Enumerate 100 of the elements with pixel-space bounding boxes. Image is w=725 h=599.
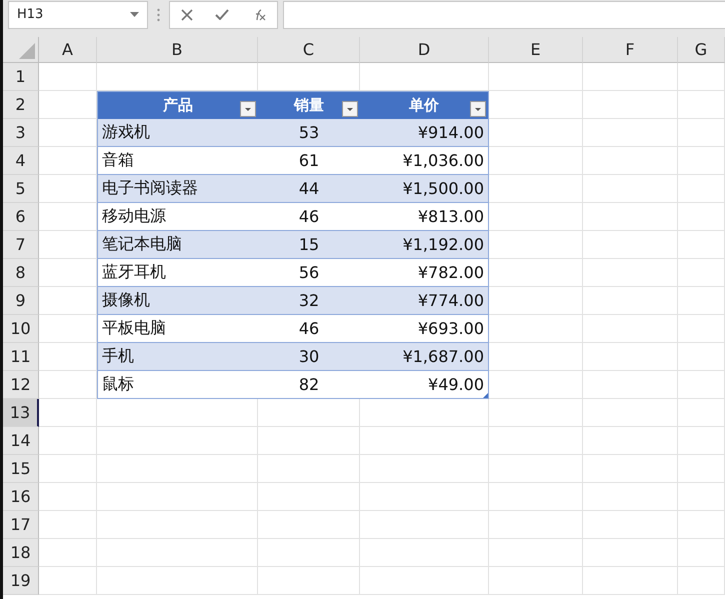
grid-cell[interactable] (678, 455, 725, 483)
grid-cell[interactable] (583, 231, 678, 259)
grid-cell[interactable] (678, 91, 725, 119)
row-header[interactable]: 3 (3, 119, 39, 147)
row-header[interactable]: 2 (3, 91, 39, 119)
column-header[interactable]: E (489, 37, 583, 63)
grid-cell[interactable] (258, 399, 360, 427)
grid-cell[interactable] (489, 343, 583, 371)
grid-cell[interactable] (489, 91, 583, 119)
grid-cell[interactable] (258, 483, 360, 511)
grid-cell[interactable] (360, 511, 489, 539)
grid-cell[interactable] (489, 203, 583, 231)
grid-cell[interactable] (97, 399, 258, 427)
grid-cell[interactable] (583, 343, 678, 371)
grid-cell[interactable] (360, 427, 489, 455)
grid-cell[interactable] (39, 427, 97, 455)
row-header[interactable]: 19 (3, 567, 39, 595)
row-header[interactable]: 1 (3, 63, 39, 91)
row-header[interactable]: 5 (3, 175, 39, 203)
grid-cell[interactable] (678, 539, 725, 567)
grid-cell[interactable] (678, 119, 725, 147)
row-header[interactable]: 12 (3, 371, 39, 399)
grid-cell[interactable] (258, 539, 360, 567)
grid-cell[interactable] (489, 315, 583, 343)
column-header[interactable]: D (360, 37, 489, 63)
grid-cell[interactable] (489, 427, 583, 455)
grid-cell[interactable] (39, 511, 97, 539)
grid-cell[interactable] (489, 483, 583, 511)
grid-cell[interactable] (678, 315, 725, 343)
grid-cell[interactable] (360, 483, 489, 511)
grid-cell[interactable] (489, 399, 583, 427)
name-box[interactable]: H13 (8, 0, 148, 28)
grid-cell[interactable] (39, 483, 97, 511)
grid-cell[interactable] (97, 427, 258, 455)
column-header[interactable]: C (258, 37, 360, 63)
grid-cell[interactable] (39, 455, 97, 483)
grid-cell[interactable] (97, 455, 258, 483)
grid-cell[interactable] (678, 203, 725, 231)
grid-cell[interactable] (39, 539, 97, 567)
grid-cell[interactable] (678, 63, 725, 91)
row-header[interactable]: 4 (3, 147, 39, 175)
select-all-corner[interactable] (3, 37, 39, 63)
dropdown-caret-icon[interactable] (130, 12, 139, 17)
grid-cell[interactable] (583, 511, 678, 539)
grid-cell[interactable] (360, 455, 489, 483)
grid-cell[interactable] (39, 567, 97, 595)
grid-cell[interactable] (489, 259, 583, 287)
grid-cell[interactable] (583, 259, 678, 287)
grid-cell[interactable] (678, 259, 725, 287)
grid-cell[interactable] (678, 147, 725, 175)
row-header[interactable]: 15 (3, 455, 39, 483)
grid-cell[interactable] (583, 371, 678, 399)
grid-cell[interactable] (678, 343, 725, 371)
grid-cell[interactable] (489, 539, 583, 567)
grid-cell[interactable] (678, 287, 725, 315)
grid-cell[interactable] (39, 399, 97, 427)
column-header[interactable]: A (39, 37, 97, 63)
grid-cell[interactable] (678, 231, 725, 259)
grid-cell[interactable] (360, 567, 489, 595)
grid-cell[interactable] (489, 567, 583, 595)
grid-cell[interactable] (583, 63, 678, 91)
grid-cell[interactable] (97, 567, 258, 595)
column-header[interactable]: G (678, 37, 725, 63)
grid-cell[interactable] (583, 399, 678, 427)
filter-dropdown-icon[interactable] (240, 101, 256, 117)
grid-cell[interactable] (258, 455, 360, 483)
row-header[interactable]: 11 (3, 343, 39, 371)
checkmark-icon[interactable] (215, 9, 230, 20)
filter-dropdown-icon[interactable] (342, 101, 358, 117)
formula-input-field[interactable] (283, 0, 725, 28)
row-header[interactable]: 10 (3, 315, 39, 343)
row-header[interactable]: 13 (3, 399, 39, 427)
grid-cell[interactable] (678, 399, 725, 427)
grid-cell[interactable] (39, 63, 97, 91)
column-header[interactable]: F (583, 37, 678, 63)
grid-cell[interactable] (583, 315, 678, 343)
row-header[interactable]: 18 (3, 539, 39, 567)
resize-handle-icon[interactable] (483, 393, 488, 398)
row-header[interactable]: 16 (3, 483, 39, 511)
grid-cell[interactable] (489, 231, 583, 259)
grid-cell[interactable] (489, 511, 583, 539)
grid-cell[interactable] (583, 91, 678, 119)
grid-cell[interactable] (97, 511, 258, 539)
grid-cell[interactable] (678, 371, 725, 399)
grid-cell[interactable] (678, 567, 725, 595)
grid-cell[interactable] (360, 399, 489, 427)
grid-cell[interactable] (489, 455, 583, 483)
grid-cell[interactable] (489, 63, 583, 91)
grid-cell[interactable] (489, 175, 583, 203)
grid-cell[interactable] (489, 371, 583, 399)
grid-cell[interactable] (489, 287, 583, 315)
grid-cell[interactable] (583, 539, 678, 567)
grid-cell[interactable] (678, 427, 725, 455)
grid-cell[interactable] (583, 203, 678, 231)
filter-dropdown-icon[interactable] (470, 101, 486, 117)
grid-cell[interactable] (97, 483, 258, 511)
grid-cell[interactable] (678, 483, 725, 511)
row-header[interactable]: 6 (3, 203, 39, 231)
grid-cell[interactable] (678, 175, 725, 203)
row-header[interactable]: 8 (3, 259, 39, 287)
